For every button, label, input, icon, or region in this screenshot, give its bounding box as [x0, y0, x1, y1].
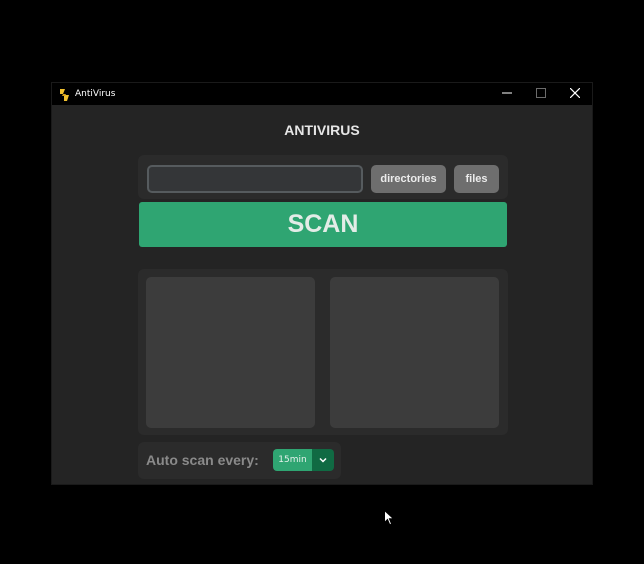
- title-bar[interactable]: AntiVirus: [52, 83, 592, 105]
- mouse-pointer-icon: [384, 509, 395, 526]
- minimize-icon: [502, 85, 512, 103]
- scan-button[interactable]: SCAN: [139, 202, 507, 247]
- scan-results-panel-left[interactable]: [146, 277, 315, 428]
- window-title: AntiVirus: [75, 89, 116, 99]
- chevron-down-icon: [312, 449, 334, 471]
- auto-scan-label: Auto scan every:: [146, 452, 259, 468]
- close-button[interactable]: [558, 83, 592, 105]
- maximize-button[interactable]: [524, 83, 558, 105]
- files-button[interactable]: files: [454, 165, 499, 193]
- path-input[interactable]: [147, 165, 363, 193]
- minimize-button[interactable]: [490, 83, 524, 105]
- scan-results-panel-right[interactable]: [330, 277, 499, 428]
- page-title: ANTIVIRUS: [284, 122, 360, 138]
- antivirus-window: AntiVirus ANTIVIRUS directories files SC…: [51, 82, 593, 485]
- directories-button[interactable]: directories: [371, 165, 446, 193]
- antivirus-app-icon: [59, 88, 70, 101]
- auto-scan-interval-dropdown[interactable]: 15min: [273, 449, 334, 471]
- maximize-icon: [536, 85, 546, 103]
- close-icon: [569, 85, 581, 103]
- auto-scan-interval-value: 15min: [273, 449, 312, 471]
